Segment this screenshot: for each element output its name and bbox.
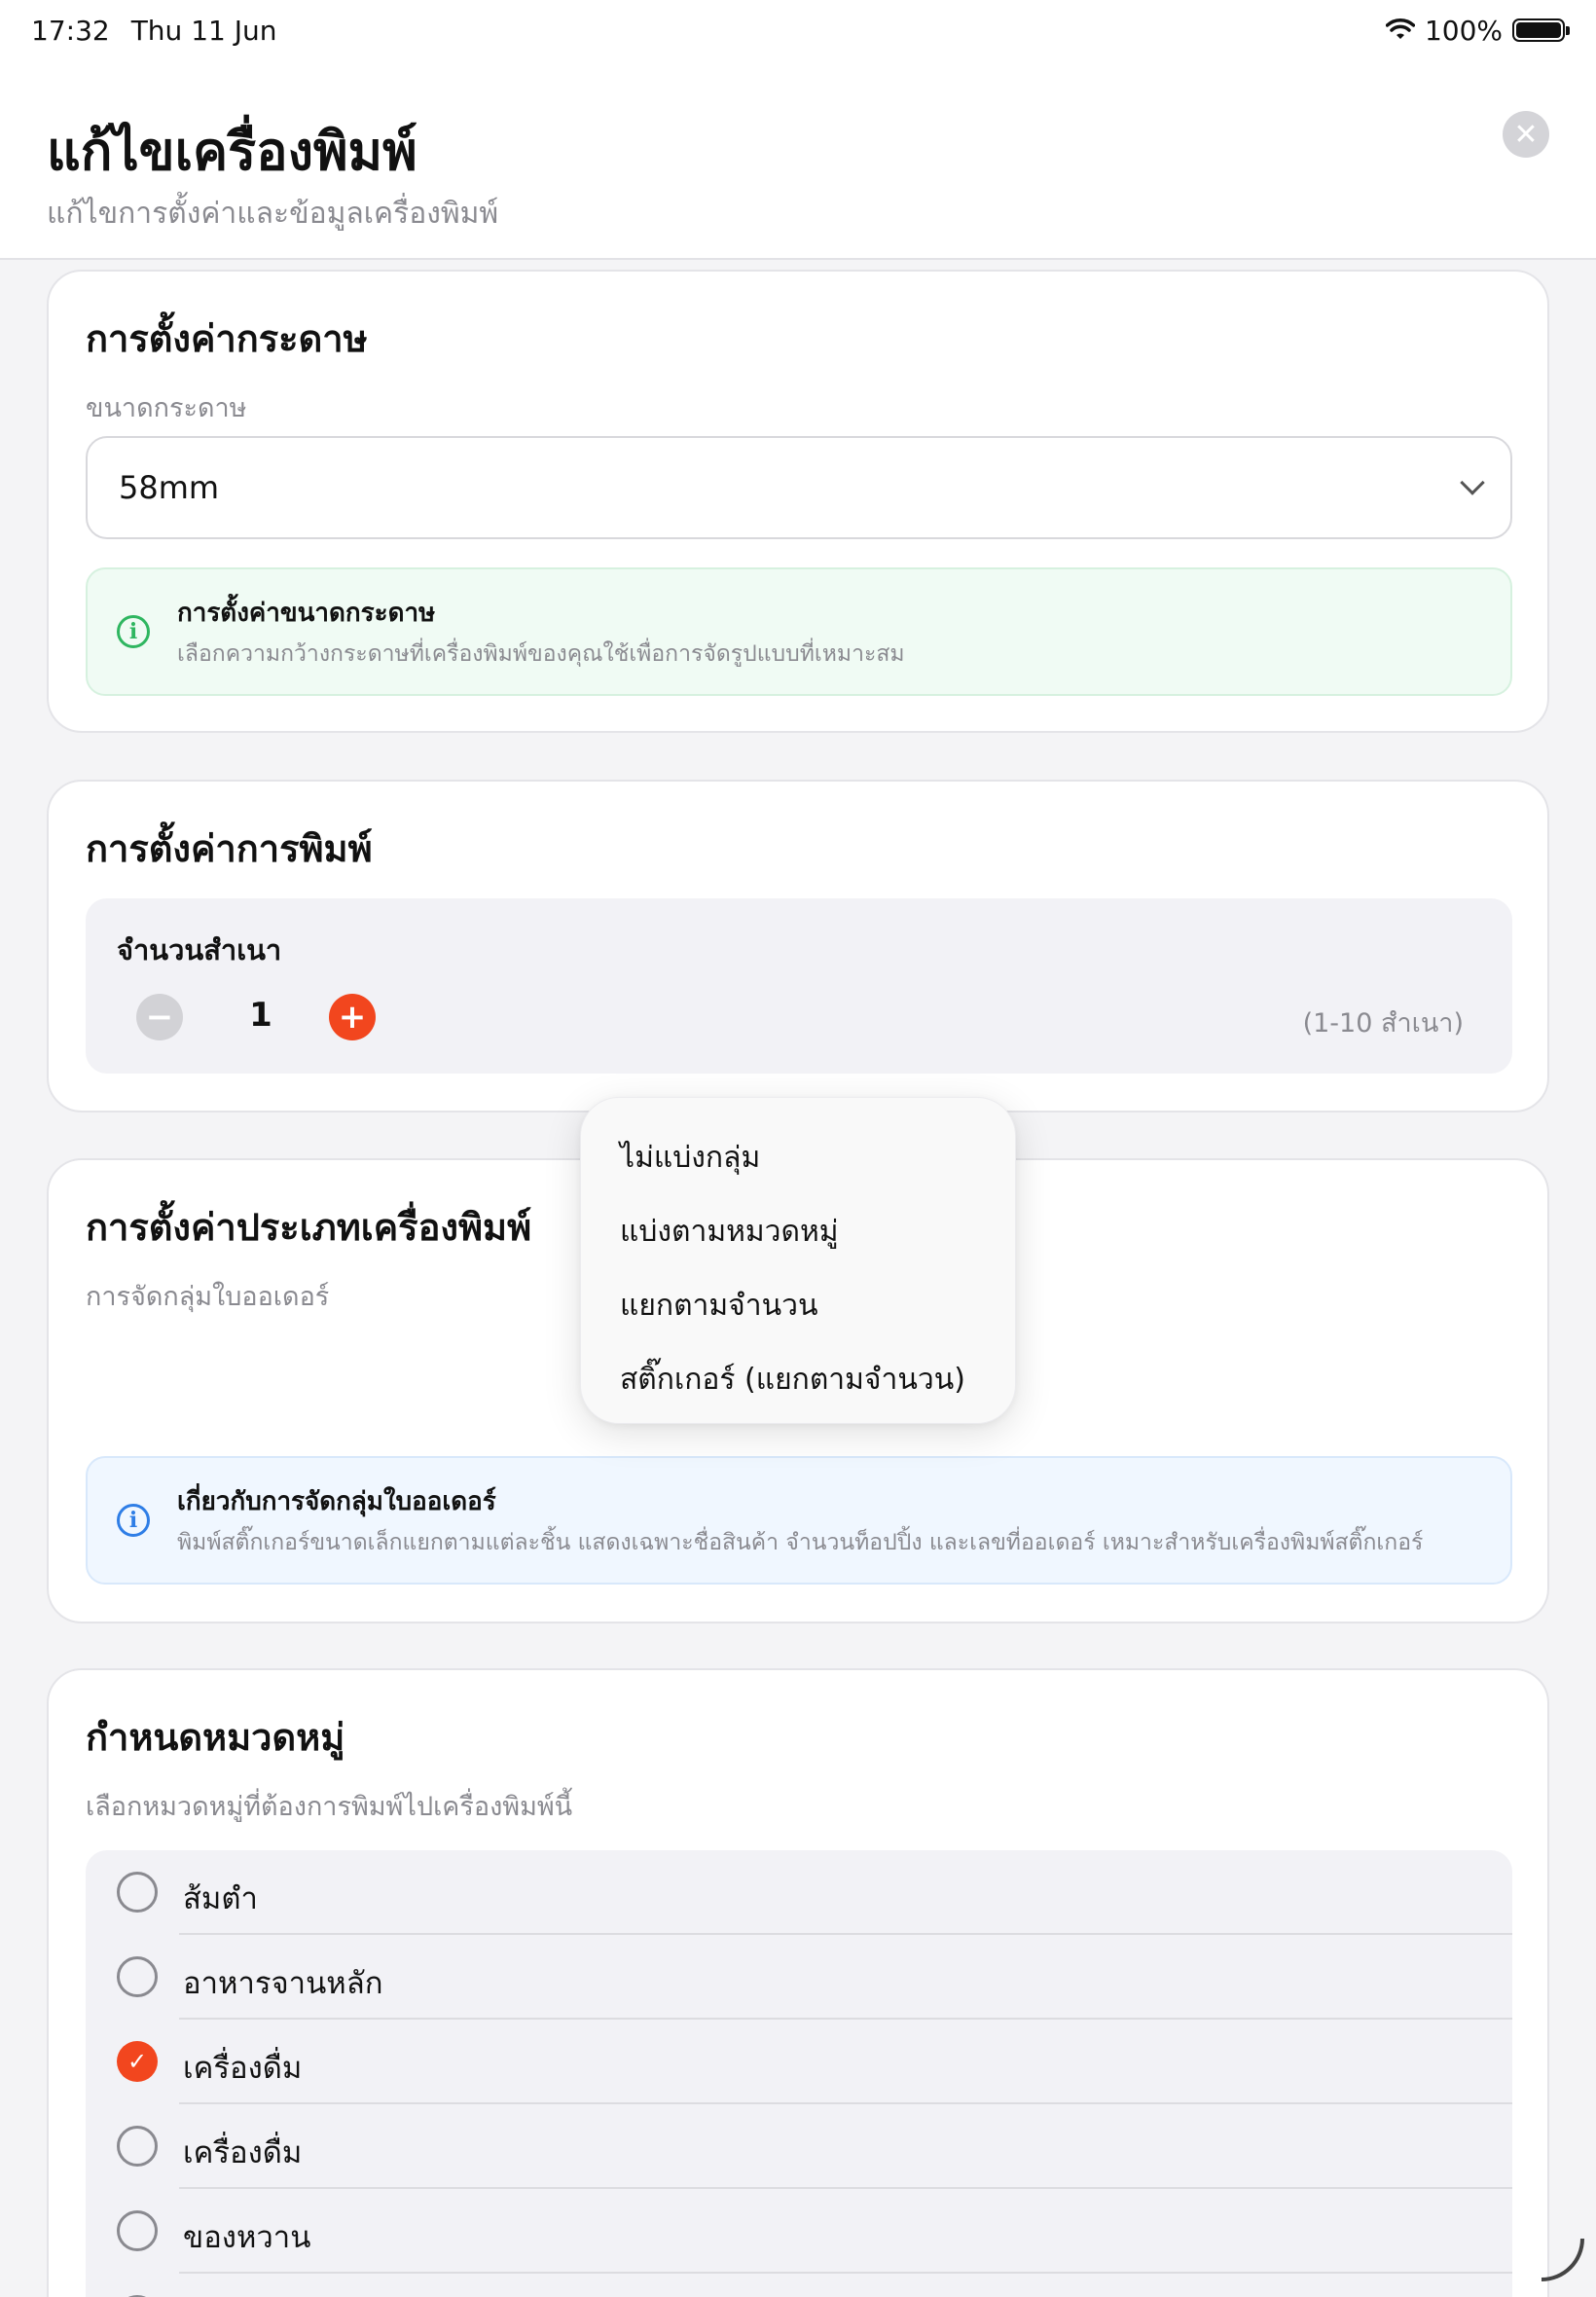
category-label: เครื่องดื่ม <box>183 2051 303 2086</box>
menu-item-sticker[interactable]: สติ๊กเกอร์ (แยกตามจำนวน) <box>620 1357 965 1403</box>
paper-size-info-text: การตั้งค่าขนาดกระดาษ เลือกความกว้างกระดา… <box>177 593 905 672</box>
paper-settings-card: การตั้งค่ากระดาษ ขนาดกระดาษ 58mm i การตั… <box>47 270 1549 733</box>
category-list: ส้มตำ อาหารจานหลัก ✓ เครื่องดื่ม เครื่อง… <box>86 1850 1512 2297</box>
copies-value: 1 <box>249 996 272 1035</box>
category-label: ส้มตำ <box>183 1881 258 1916</box>
paper-size-info-title: การตั้งค่าขนาดกระดาษ <box>177 598 436 628</box>
grouping-info-text: เกี่ยวกับการจัดกลุ่มใบออเดอร์ พิมพ์สติ๊ก… <box>177 1481 1423 1560</box>
categories-card: กำหนดหมวดหมู่ เลือกหมวดหมู่ที่ต้องการพิม… <box>47 1668 1549 2297</box>
menu-item-by-category[interactable]: แบ่งตามหมวดหมู่ <box>620 1209 839 1255</box>
category-label: เครื่องดื่ม <box>183 2135 303 2170</box>
wifi-icon <box>1385 18 1415 39</box>
printer-type-title: การตั้งค่าประเภทเครื่องพิมพ์ <box>86 1206 532 1249</box>
info-icon: i <box>117 615 150 648</box>
page-title: แก้ไขเครื่องพิมพ์ <box>47 121 417 182</box>
menu-item-no-grouping[interactable]: ไม่แบ่งกลุ่ม <box>620 1135 760 1181</box>
copies-range: (1-10 สำเนา) <box>1302 1008 1464 1039</box>
status-time: 17:32 <box>31 14 110 47</box>
radio-unchecked-icon[interactable] <box>117 1872 158 1913</box>
print-settings-title: การตั้งค่าการพิมพ์ <box>86 827 373 870</box>
status-date: Thu 11 Jun <box>130 14 277 47</box>
menu-item-by-quantity[interactable]: แยกตามจำนวน <box>620 1283 817 1329</box>
copies-box: จำนวนสำเนา − 1 + (1-10 สำเนา) <box>86 898 1512 1074</box>
category-row[interactable]: ของหวาน <box>86 2189 1512 2274</box>
scroll-indicator <box>1542 2239 1584 2281</box>
paper-settings-title: การตั้งค่ากระดาษ <box>86 317 368 360</box>
status-bar-right: 100% <box>1385 14 1570 47</box>
radio-unchecked-icon[interactable] <box>117 2126 158 2167</box>
close-icon: ✕ <box>1513 117 1539 152</box>
decrement-button[interactable]: − <box>136 994 183 1040</box>
plus-icon: + <box>338 998 367 1037</box>
grouping-label: การจัดกลุ่มใบออเดอร์ <box>86 1282 330 1312</box>
category-label: อาหารจานหลัก <box>183 1966 383 2001</box>
copies-label: จำนวนสำเนา <box>117 933 282 966</box>
category-row[interactable]: อาหารจานหลัก <box>86 1935 1512 2020</box>
close-button[interactable]: ✕ <box>1503 111 1549 158</box>
status-bar: 17:32 Thu 11 Jun 100% <box>0 0 1596 60</box>
grouping-dropdown-menu: ไม่แบ่งกลุ่ม แบ่งตามหมวดหมู่ แยกตามจำนวน… <box>580 1097 1016 1424</box>
paper-size-info: i การตั้งค่าขนาดกระดาษ เลือกความกว้างกระ… <box>86 567 1512 696</box>
minus-icon: − <box>145 998 174 1037</box>
paper-size-value: 58mm <box>119 469 220 506</box>
category-row[interactable]: ส้มตำ <box>86 1850 1512 1935</box>
grouping-info: i เกี่ยวกับการจัดกลุ่มใบออเดอร์ พิมพ์สติ… <box>86 1456 1512 1585</box>
page-subtitle: แก้ไขการตั้งค่าและข้อมูลเครื่องพิมพ์ <box>47 197 499 231</box>
paper-size-select[interactable]: 58mm <box>86 436 1512 539</box>
category-label: ของหวาน <box>183 2220 311 2255</box>
categories-title: กำหนดหมวดหมู่ <box>86 1716 345 1759</box>
radio-unchecked-icon[interactable] <box>117 2210 158 2251</box>
modal-header: แก้ไขเครื่องพิมพ์ แก้ไขการตั้งค่าและข้อม… <box>0 60 1596 260</box>
grouping-info-title: เกี่ยวกับการจัดกลุ่มใบออเดอร์ <box>177 1486 496 1516</box>
paper-size-label: ขนาดกระดาษ <box>86 393 247 423</box>
category-row[interactable]: ✓ เครื่องดื่ม <box>86 2020 1512 2104</box>
radio-unchecked-icon[interactable] <box>117 1956 158 1997</box>
status-bar-left: 17:32 Thu 11 Jun <box>31 15 276 47</box>
category-row[interactable] <box>86 2274 1512 2297</box>
chevron-down-icon <box>1460 470 1485 495</box>
print-settings-card: การตั้งค่าการพิมพ์ จำนวนสำเนา − 1 + (1-1… <box>47 780 1549 1112</box>
info-icon: i <box>117 1504 150 1537</box>
paper-size-info-desc: เลือกความกว้างกระดาษที่เครื่องพิมพ์ของคุ… <box>177 640 905 667</box>
checkmark-icon[interactable]: ✓ <box>117 2041 158 2082</box>
battery-icon <box>1512 18 1570 42</box>
categories-subtitle: เลือกหมวดหมู่ที่ต้องการพิมพ์ไปเครื่องพิม… <box>86 1792 573 1822</box>
increment-button[interactable]: + <box>329 994 376 1040</box>
grouping-info-desc: พิมพ์สติ๊กเกอร์ขนาดเล็กแยกตามแต่ละชิ้น แ… <box>177 1529 1424 1555</box>
battery-percent: 100% <box>1424 14 1503 47</box>
category-row[interactable]: เครื่องดื่ม <box>86 2104 1512 2189</box>
